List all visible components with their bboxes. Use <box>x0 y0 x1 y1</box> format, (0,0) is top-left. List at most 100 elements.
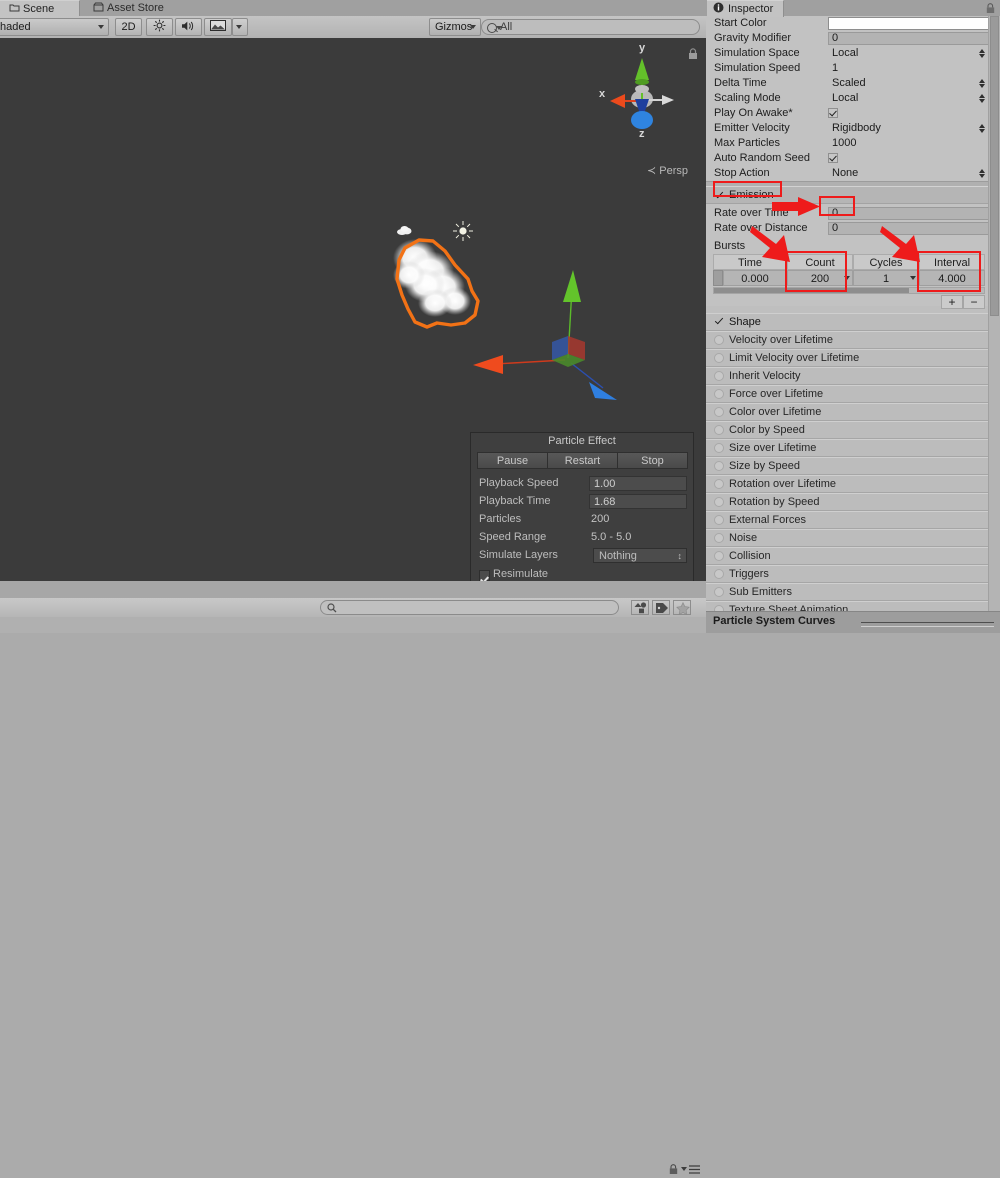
shading-mode-dropdown[interactable]: haded <box>0 18 109 36</box>
play-on-awake-checkbox[interactable] <box>828 108 838 118</box>
rate-over-time-input[interactable] <box>828 207 989 220</box>
add-burst-button[interactable]: + <box>941 295 963 309</box>
module-row-triggers[interactable]: Triggers <box>706 565 1000 583</box>
property-row-simulation-speed[interactable]: Simulation Speed 1 <box>706 61 1000 76</box>
updown-arrows-icon[interactable] <box>979 168 986 179</box>
label-icon[interactable] <box>652 600 670 615</box>
pause-button[interactable]: Pause <box>477 452 548 469</box>
stop-button[interactable]: Stop <box>617 452 688 469</box>
module-toggle[interactable] <box>714 353 724 363</box>
module-row-external-forces[interactable]: External Forces <box>706 511 1000 529</box>
module-row-size-over-lifetime[interactable]: Size over Lifetime <box>706 439 1000 457</box>
selected-particle-cloud[interactable] <box>375 223 495 343</box>
module-toggle[interactable] <box>714 587 724 597</box>
module-toggle[interactable] <box>714 425 724 435</box>
module-toggle[interactable] <box>714 497 724 507</box>
fx-toggle-button[interactable] <box>204 18 232 36</box>
module-row-velocity-over-lifetime[interactable]: Velocity over Lifetime <box>706 331 1000 349</box>
project-search-input[interactable] <box>320 600 619 615</box>
particle-system-curves-bar[interactable]: Particle System Curves <box>706 611 1000 633</box>
burst-interval-cell[interactable]: 4.000 <box>919 270 985 286</box>
module-row-size-by-speed[interactable]: Size by Speed <box>706 457 1000 475</box>
property-row-start-color[interactable]: Start Color <box>706 16 1000 31</box>
updown-arrows-icon[interactable] <box>979 123 986 134</box>
bursts-horizontal-scrollbar[interactable] <box>713 287 985 294</box>
module-row-rotation-over-lifetime[interactable]: Rotation over Lifetime <box>706 475 1000 493</box>
scene-gizmo-lock-icon[interactable] <box>688 48 698 60</box>
inspector-lock-icon[interactable] <box>986 3 995 14</box>
gizmos-dropdown[interactable]: Gizmos <box>429 18 481 36</box>
scene-search-input[interactable]: All <box>481 19 700 35</box>
gravity-modifier-input[interactable] <box>828 32 989 45</box>
audio-toggle-button[interactable] <box>175 18 202 36</box>
restart-button[interactable]: Restart <box>547 452 618 469</box>
module-toggle[interactable] <box>714 407 724 417</box>
auto-random-seed-checkbox[interactable] <box>828 153 838 163</box>
chevron-down-icon[interactable] <box>681 1167 687 1171</box>
lighting-toggle-button[interactable] <box>146 18 173 36</box>
module-row-collision[interactable]: Collision <box>706 547 1000 565</box>
toggle-2d-button[interactable]: 2D <box>115 18 142 36</box>
tab-scene[interactable]: Scene <box>0 0 80 16</box>
chevron-down-icon[interactable] <box>910 276 916 280</box>
emission-module-header[interactable]: Emission <box>706 186 1000 204</box>
resimulate-checkbox[interactable] <box>479 570 490 581</box>
updown-arrows-icon[interactable] <box>979 78 986 89</box>
module-toggle[interactable] <box>714 569 724 579</box>
shape-enabled-check[interactable] <box>714 316 724 326</box>
scene-viewport[interactable]: y x z ≺ Persp Particle Effect Pause Rest… <box>0 38 706 611</box>
updown-arrows-icon[interactable] <box>979 93 986 104</box>
updown-arrows-icon[interactable] <box>979 48 986 59</box>
tab-inspector[interactable]: Inspector <box>707 0 785 17</box>
module-toggle[interactable] <box>714 443 724 453</box>
property-row-rate-over-distance[interactable]: Rate over Distance 0 <box>706 221 1000 236</box>
property-row-delta-time[interactable]: Delta Time Scaled <box>706 76 1000 91</box>
burst-cycles-cell[interactable]: 1 <box>853 270 919 286</box>
bursts-scrollbar-thumb[interactable] <box>714 288 909 293</box>
module-toggle[interactable] <box>714 533 724 543</box>
module-toggle[interactable] <box>714 479 724 489</box>
rate-over-distance-input[interactable] <box>828 222 989 235</box>
max-particles-value[interactable]: 1000 <box>832 136 856 151</box>
module-row-limit-velocity-over-lifetime[interactable]: Limit Velocity over Lifetime <box>706 349 1000 367</box>
scene-axis-gizmo[interactable]: y x z <box>594 42 690 160</box>
property-row-emitter-velocity[interactable]: Emitter Velocity Rigidbody <box>706 121 1000 136</box>
module-toggle[interactable] <box>714 335 724 345</box>
favorites-icon[interactable] <box>631 600 649 615</box>
inspector-scrollbar-thumb[interactable] <box>990 16 999 316</box>
lock-icon[interactable] <box>669 1164 678 1178</box>
module-row-sub-emitters[interactable]: Sub Emitters <box>706 583 1000 601</box>
playback-speed-input[interactable]: 1.00 <box>589 476 687 491</box>
chevron-down-icon[interactable] <box>844 276 850 280</box>
module-row-rotation-by-speed[interactable]: Rotation by Speed <box>706 493 1000 511</box>
module-row-color-by-speed[interactable]: Color by Speed <box>706 421 1000 439</box>
module-row-noise[interactable]: Noise <box>706 529 1000 547</box>
simulate-layers-dropdown[interactable]: Nothing ↕ <box>593 548 687 563</box>
hamburger-menu-icon[interactable] <box>689 1165 700 1177</box>
burst-row-drag-handle[interactable] <box>713 270 723 286</box>
scene-projection-label[interactable]: ≺ Persp <box>647 164 688 177</box>
fx-dropdown-button[interactable] <box>232 18 248 36</box>
property-row-max-particles[interactable]: Max Particles 1000 <box>706 136 1000 151</box>
property-row-gravity-modifier[interactable]: Gravity Modifier 0 <box>706 31 1000 46</box>
module-toggle[interactable] <box>714 371 724 381</box>
module-row-inherit-velocity[interactable]: Inherit Velocity <box>706 367 1000 385</box>
module-toggle[interactable] <box>714 515 724 525</box>
burst-time-cell[interactable]: 0.000 <box>723 270 787 286</box>
property-row-scaling-mode[interactable]: Scaling Mode Local <box>706 91 1000 106</box>
property-row-auto-random-seed[interactable]: Auto Random Seed <box>706 151 1000 166</box>
property-row-simulation-space[interactable]: Simulation Space Local <box>706 46 1000 61</box>
module-toggle[interactable] <box>714 389 724 399</box>
playback-time-input[interactable]: 1.68 <box>589 494 687 509</box>
module-row-force-over-lifetime[interactable]: Force over Lifetime <box>706 385 1000 403</box>
module-row-shape[interactable]: Shape <box>706 313 1000 331</box>
property-row-play-on-awake[interactable]: Play On Awake* <box>706 106 1000 121</box>
module-row-color-over-lifetime[interactable]: Color over Lifetime <box>706 403 1000 421</box>
burst-count-cell[interactable]: 200 <box>787 270 853 286</box>
emission-enabled-checkbox[interactable] <box>714 190 724 200</box>
star-icon[interactable] <box>673 600 691 616</box>
simulation-speed-value[interactable]: 1 <box>832 61 838 76</box>
property-row-rate-over-time[interactable]: Rate over Time 0 <box>706 206 1000 221</box>
inspector-scrollbar[interactable] <box>988 16 1000 612</box>
module-toggle[interactable] <box>714 461 724 471</box>
